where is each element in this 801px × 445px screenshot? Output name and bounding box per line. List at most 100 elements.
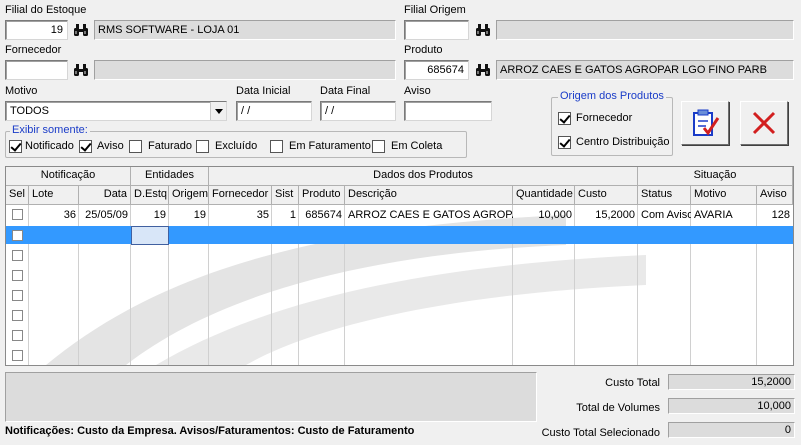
custo-selecionado-value: 0 [668,422,795,438]
col-lote[interactable]: Lote [29,186,79,205]
row-select-checkbox[interactable] [12,250,23,261]
custo-selecionado-label: Custo Total Selecionado [541,427,660,439]
filial-origem-code-input[interactable] [404,20,469,40]
col-motivo[interactable]: Motivo [691,186,757,205]
col-custo[interactable]: Custo [575,186,638,205]
row-select-checkbox[interactable] [12,270,23,281]
checklist-icon [693,109,720,136]
notificacoes-grid[interactable]: Notificação Entidades Dados dos Produtos… [5,166,794,366]
fornecedor-label: Fornecedor [5,44,62,56]
cell-descricao: ARROZ CAES E GATOS AGROPA [348,209,513,221]
binoculars-icon [476,64,490,76]
faturado-label: Faturado [148,140,193,152]
excluido-label: Excluído [215,140,258,152]
data-inicial-label: Data Inicial [236,85,291,97]
total-volumes-label: Total de Volumes [576,402,660,414]
close-button[interactable] [740,101,788,145]
produto-label: Produto [404,44,443,56]
fornecedor-name-display [94,60,396,80]
custo-total-label: Custo Total [605,377,660,389]
row-select-checkbox[interactable] [12,330,23,341]
notificado-label: Notificado [25,140,74,152]
row-select-checkbox[interactable] [12,350,23,361]
total-volumes-value: 10,000 [668,398,795,414]
em-coleta-checkbox[interactable] [372,140,385,153]
custo-total-value: 15,2000 [668,374,795,390]
cell-fornecedor: 35 [256,209,269,221]
table-row-selected[interactable] [6,226,793,244]
col-aviso[interactable]: Aviso [757,186,793,205]
col-destq[interactable]: D.Estq [131,186,169,205]
group-situacao: Situação [638,167,793,186]
excluido-checkbox[interactable] [196,140,209,153]
aviso-check-label: Aviso [97,140,124,152]
cell-origem: 19 [193,209,206,221]
group-dados-produtos: Dados dos Produtos [209,167,638,186]
motivo-select[interactable]: TODOS [5,101,227,121]
motivo-value: TODOS [10,105,49,117]
cell-destq: 19 [153,209,166,221]
row-select-checkbox[interactable] [12,230,23,241]
col-fornecedor[interactable]: Fornecedor [209,186,272,205]
em-coleta-label: Em Coleta [391,140,443,152]
binoculars-icon [74,24,88,36]
filial-estoque-label: Filial do Estoque [5,4,87,16]
binoculars-icon [476,24,490,36]
col-status[interactable]: Status [638,186,691,205]
col-origem[interactable]: Origem [169,186,209,205]
col-descricao[interactable]: Descrição [345,186,513,205]
data-inicial-input[interactable]: / / [236,101,312,121]
close-icon [752,111,776,135]
cell-quantidade: 10,000 [538,209,572,221]
active-cell-editor[interactable] [131,226,169,245]
motivo-dropdown-button[interactable] [210,102,226,120]
confirm-button[interactable] [681,101,729,145]
produto-name-display: ARROZ CAES E GATOS AGROPAR LGO FINO PARB [496,60,794,80]
cell-motivo: AVARIA [694,209,733,221]
row-select-checkbox[interactable] [12,310,23,321]
exibir-somente-title: Exibir somente: [10,124,90,136]
binoculars-icon [74,64,88,76]
origem-produtos-title: Origem dos Produtos [558,90,666,102]
notificado-checkbox[interactable] [9,140,22,153]
fornecedor-code-input[interactable] [5,60,68,80]
origem-centro-checkbox[interactable] [558,136,571,149]
filial-origem-label: Filial Origem [404,4,466,16]
aviso-input[interactable] [404,101,492,121]
filial-estoque-code-input[interactable]: 19 [5,20,68,40]
cell-custo: 15,2000 [595,209,635,221]
group-notificacao: Notificação [6,167,131,186]
col-quantidade[interactable]: Quantidade [513,186,575,205]
row-select-checkbox[interactable] [12,209,23,220]
em-faturamento-label: Em Faturamento [289,140,371,152]
produto-code-input[interactable]: 685674 [404,60,469,80]
origem-centro-label: Centro Distribuição [576,136,670,148]
filial-estoque-name-display: RMS SOFTWARE - LOJA 01 [94,20,396,40]
chevron-down-icon [214,108,223,114]
fornecedor-search-button[interactable] [70,60,92,80]
filial-origem-search-button[interactable] [472,20,494,40]
produto-search-button[interactable] [472,60,494,80]
cell-sist: 1 [289,209,296,221]
footer-note: Notificações: Custo da Empresa. Avisos/F… [5,425,415,437]
col-sist[interactable]: Sist [272,186,299,205]
group-entidades: Entidades [131,167,209,186]
data-final-input[interactable]: / / [320,101,396,121]
aviso-checkbox[interactable] [79,140,92,153]
cell-status: Com Aviso [641,209,691,221]
cell-produto: 685674 [305,209,342,221]
filial-origem-name-display [496,20,794,40]
filial-estoque-search-button[interactable] [70,20,92,40]
col-sel[interactable]: Sel [6,186,29,205]
row-select-checkbox[interactable] [12,290,23,301]
motivo-label: Motivo [5,85,38,97]
data-final-label: Data Final [320,85,371,97]
details-panel [5,372,537,422]
em-faturamento-checkbox[interactable] [270,140,283,153]
col-data[interactable]: Data [79,186,131,205]
origem-fornecedor-checkbox[interactable] [558,112,571,125]
col-produto[interactable]: Produto [299,186,345,205]
cell-aviso: 128 [771,209,790,221]
faturado-checkbox[interactable] [129,140,142,153]
cell-lote: 36 [63,209,76,221]
